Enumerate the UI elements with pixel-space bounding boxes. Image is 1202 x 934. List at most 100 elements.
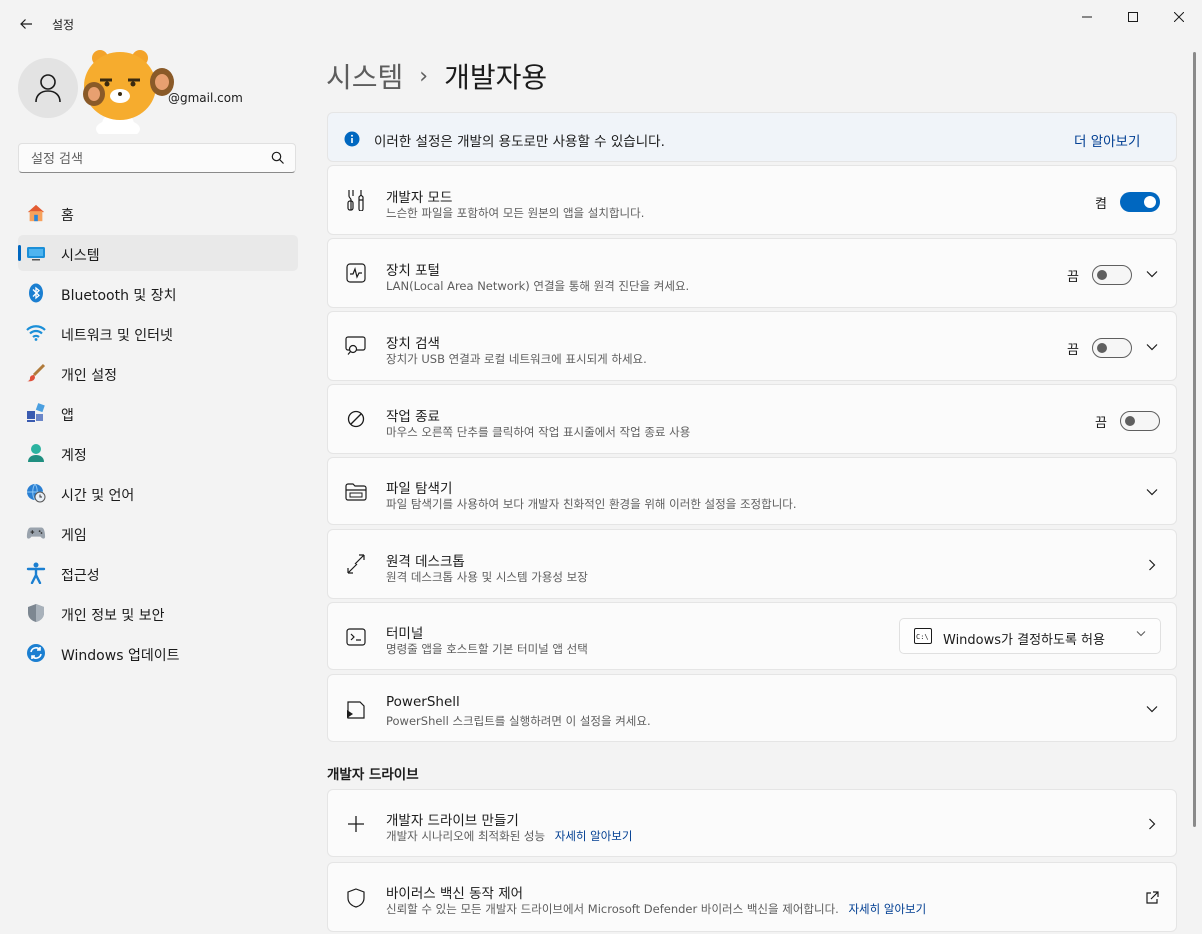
block-icon xyxy=(345,408,367,430)
chevron-down-icon[interactable] xyxy=(1144,701,1160,717)
maximize-button[interactable] xyxy=(1110,0,1156,34)
person-icon xyxy=(35,74,61,103)
sidebar-item-label: 네트워크 및 인터넷 xyxy=(61,328,173,344)
sidebar-item-label: 앱 xyxy=(61,408,74,424)
chevron-down-icon[interactable] xyxy=(1144,339,1160,355)
user-profile[interactable]: @gmail.com xyxy=(18,50,298,138)
sidebar-item-label: 시간 및 언어 xyxy=(61,488,135,504)
device-search-icon xyxy=(345,335,367,357)
breadcrumb-parent[interactable]: 시스템 xyxy=(326,56,403,96)
setting-title: 바이러스 백신 동작 제어 xyxy=(386,886,524,902)
chevron-down-icon xyxy=(1136,631,1146,637)
account-icon xyxy=(26,443,46,463)
sidebar-item-apps[interactable]: 앱 xyxy=(18,395,298,431)
setting-description: 마우스 오른쪽 단추를 클릭하여 작업 표시줄에서 작업 종료 사용 xyxy=(386,425,691,439)
end-task-card: 작업 종료 마우스 오른쪽 단추를 클릭하여 작업 표시줄에서 작업 종료 사용… xyxy=(327,384,1177,454)
setting-description: LAN(Local Area Network) 연결을 통해 원격 진단을 켜세… xyxy=(386,279,690,293)
toggle-state-label: 켬 xyxy=(1095,197,1107,212)
chevron-right-icon[interactable] xyxy=(1144,557,1160,573)
terminal-card: 터미널 명령줄 앱을 호스트할 기본 터미널 앱 선택 C:\ Windows가… xyxy=(327,602,1177,670)
sidebar-item-time-language[interactable]: 시간 및 언어 xyxy=(18,475,298,511)
account-email: @gmail.com xyxy=(168,91,243,105)
sidebar-item-accessibility[interactable]: 접근성 xyxy=(18,555,298,591)
system-icon xyxy=(26,243,46,263)
setting-title: PowerShell xyxy=(386,694,460,710)
sidebar-item-label: 개인 설정 xyxy=(61,368,117,384)
info-icon xyxy=(344,131,360,147)
search-icon[interactable] xyxy=(271,151,285,165)
setting-description: 느슨한 파일을 포함하여 모든 원본의 앱을 설치합니다. xyxy=(386,206,645,220)
back-button[interactable] xyxy=(12,10,40,38)
sidebar-nav: 홈 시스템 Bluetooth 및 장치 네트워크 및 인터넷 개인 설정 앱 xyxy=(18,195,298,675)
svg-text:C:\: C:\ xyxy=(916,633,929,641)
folder-icon xyxy=(345,481,367,503)
minimize-button[interactable] xyxy=(1064,0,1110,34)
developer-mode-toggle[interactable] xyxy=(1120,192,1160,212)
sidebar-item-privacy[interactable]: 개인 정보 및 보안 xyxy=(18,595,298,631)
setting-title: 개발자 드라이브 만들기 xyxy=(386,813,519,829)
setting-title: 장치 포털 xyxy=(386,263,440,279)
setting-description: PowerShell 스크립트를 실행하려면 이 설정을 켜세요. xyxy=(386,714,651,728)
info-text: 이러한 설정은 개발의 용도로만 사용할 수 있습니다. xyxy=(374,134,665,150)
terminal-app-dropdown[interactable]: C:\ Windows가 결정하도록 허용 xyxy=(899,618,1161,654)
learn-more-link[interactable]: 자세히 알아보기 xyxy=(555,829,633,843)
create-dev-drive-card[interactable]: 개발자 드라이브 만들기 개발자 시나리오에 최적화된 성능 자세히 알아보기 xyxy=(327,789,1177,857)
sidebar-item-network[interactable]: 네트워크 및 인터넷 xyxy=(18,315,298,351)
setting-description-text: 개발자 시나리오에 최적화된 성능 xyxy=(386,829,546,843)
setting-title: 작업 종료 xyxy=(386,409,440,425)
external-link-icon[interactable] xyxy=(1144,890,1160,906)
sidebar-item-system[interactable]: 시스템 xyxy=(18,235,298,271)
sidebar-item-gaming[interactable]: 게임 xyxy=(18,515,298,551)
dropdown-selected-value: Windows가 결정하도록 허용 xyxy=(943,633,1105,648)
powershell-card[interactable]: PowerShell PowerShell 스크립트를 실행하려면 이 설정을 … xyxy=(327,674,1177,742)
file-explorer-card[interactable]: 파일 탐색기 파일 탐색기를 사용하여 보다 개발자 친화적인 환경을 위해 이… xyxy=(327,457,1177,525)
close-button[interactable] xyxy=(1156,0,1202,34)
developer-mode-card: 개발자 모드 느슨한 파일을 포함하여 모든 원본의 앱을 설치합니다. 켬 xyxy=(327,165,1177,235)
remote-desktop-card[interactable]: 원격 데스크톱 원격 데스크톱 사용 및 시스템 가용성 보장 xyxy=(327,529,1177,599)
device-discovery-card[interactable]: 장치 검색 장치가 USB 연결과 로컬 네트워크에 표시되게 하세요. 끔 xyxy=(327,311,1177,381)
scrollbar[interactable] xyxy=(1193,52,1196,827)
setting-title: 개발자 모드 xyxy=(386,190,453,206)
device-discovery-toggle[interactable] xyxy=(1092,338,1132,358)
setting-description: 장치가 USB 연결과 로컬 네트워크에 표시되게 하세요. xyxy=(386,352,647,366)
sidebar-item-windows-update[interactable]: Windows 업데이트 xyxy=(18,635,298,671)
update-icon xyxy=(26,643,46,663)
setting-description: 개발자 시나리오에 최적화된 성능 자세히 알아보기 xyxy=(386,828,632,844)
app-title: 설정 xyxy=(52,18,75,32)
back-arrow-icon xyxy=(20,19,32,29)
sidebar-item-home[interactable]: 홈 xyxy=(18,195,298,231)
setting-description: 파일 탐색기를 사용하여 보다 개발자 친화적인 환경을 위해 이러한 설정을 … xyxy=(386,497,797,511)
setting-title: 원격 데스크톱 xyxy=(386,554,465,570)
learn-more-link[interactable]: 자세히 알아보기 xyxy=(848,902,926,916)
setting-description: 원격 데스크톱 사용 및 시스템 가용성 보장 xyxy=(386,570,588,584)
toggle-state-label: 끔 xyxy=(1067,270,1079,285)
setting-description: 명령줄 앱을 호스트할 기본 터미널 앱 선택 xyxy=(386,642,588,656)
apps-icon xyxy=(26,403,46,423)
page-title: 개발자용 xyxy=(444,61,548,94)
powershell-icon xyxy=(345,699,367,721)
setting-description: 신뢰할 수 있는 모든 개발자 드라이브에서 Microsoft Defende… xyxy=(386,901,926,917)
end-task-toggle[interactable] xyxy=(1120,411,1160,431)
sidebar-item-bluetooth[interactable]: Bluetooth 및 장치 xyxy=(18,275,298,311)
breadcrumb: 시스템 › 개발자용 xyxy=(326,56,547,96)
avatar xyxy=(18,58,78,118)
learn-more-link[interactable]: 더 알아보기 xyxy=(1074,130,1140,150)
sidebar-item-label: 개인 정보 및 보안 xyxy=(61,608,165,624)
chevron-down-icon[interactable] xyxy=(1144,484,1160,500)
settings-search[interactable] xyxy=(18,143,296,173)
chevron-down-icon[interactable] xyxy=(1144,266,1160,282)
antivirus-control-card[interactable]: 바이러스 백신 동작 제어 신뢰할 수 있는 모든 개발자 드라이브에서 Mic… xyxy=(327,862,1177,932)
accessibility-icon xyxy=(26,562,46,584)
wifi-icon xyxy=(26,323,46,343)
cmd-icon: C:\ xyxy=(914,628,932,644)
sidebar-item-personalization[interactable]: 개인 설정 xyxy=(18,355,298,391)
chevron-right-icon[interactable] xyxy=(1144,816,1160,832)
setting-title: 파일 탐색기 xyxy=(386,481,453,497)
device-portal-card[interactable]: 장치 포털 LAN(Local Area Network) 연결을 통해 원격 … xyxy=(327,238,1177,308)
search-input[interactable] xyxy=(29,149,263,169)
shield-icon xyxy=(26,603,46,623)
sidebar-item-label: Bluetooth 및 장치 xyxy=(61,288,177,304)
device-portal-toggle[interactable] xyxy=(1092,265,1132,285)
sidebar-item-accounts[interactable]: 계정 xyxy=(18,435,298,471)
gamepad-icon xyxy=(26,523,46,543)
